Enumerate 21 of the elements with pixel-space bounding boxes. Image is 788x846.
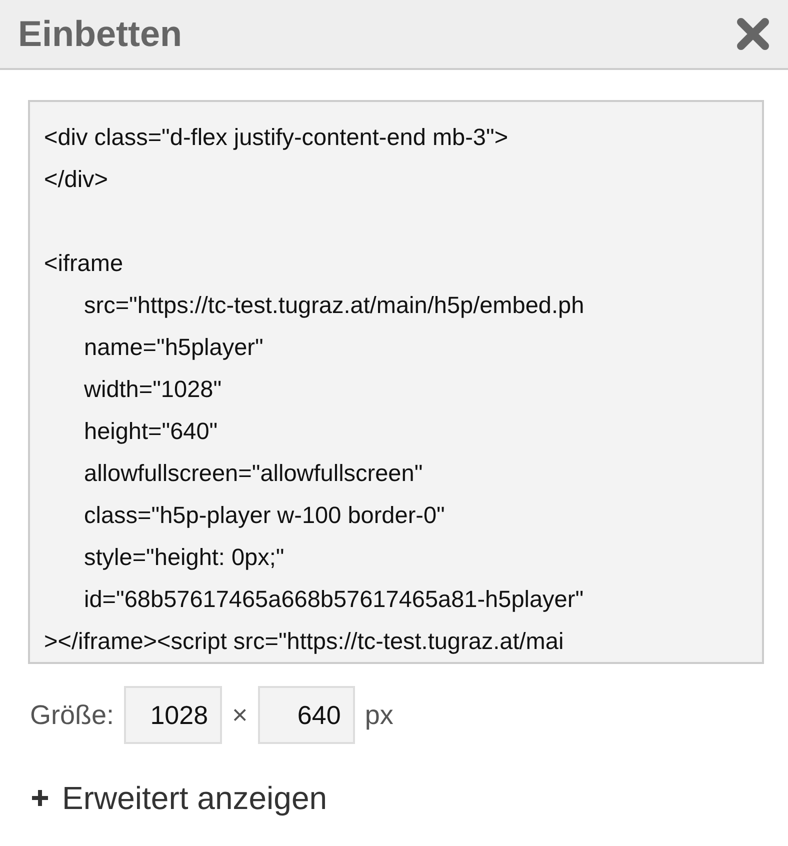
- show-advanced-link[interactable]: Erweitert anzeigen: [30, 774, 328, 822]
- code-field[interactable]: [28, 100, 764, 664]
- code-line: <div class="d-flex justify-content-end mb-3">: [44, 123, 510, 152]
- code-line: height="640": [83, 417, 219, 446]
- code-line: width="1028": [83, 375, 223, 404]
- code-line: ></iframe><script src="https://tc-test.tugraz.at/mai: [44, 627, 565, 656]
- code-line: </div>: [44, 165, 110, 194]
- code-line: id="68b57617465a668b57617465a81-h5player": [83, 585, 585, 614]
- unit-label: px: [364, 698, 394, 732]
- dialog-title: Einbetten: [18, 12, 182, 56]
- code-line: class="h5p-player w-100 border-0": [83, 501, 446, 530]
- code-line: style="height: 0px;": [83, 543, 286, 572]
- close-button[interactable]: [736, 17, 770, 51]
- height-field[interactable]: 640: [258, 686, 355, 744]
- code-line: allowfullscreen="allowfullscreen": [83, 459, 424, 488]
- code-line: src="https://tc-test.tugraz.at/main/h5p/embed.ph: [83, 291, 586, 320]
- width-field[interactable]: 1028: [124, 686, 222, 744]
- code-line: <iframe: [44, 249, 124, 278]
- code-line: name="h5player": [83, 333, 264, 362]
- times-sign: ×: [232, 698, 248, 732]
- size-label: Größe:: [30, 698, 114, 732]
